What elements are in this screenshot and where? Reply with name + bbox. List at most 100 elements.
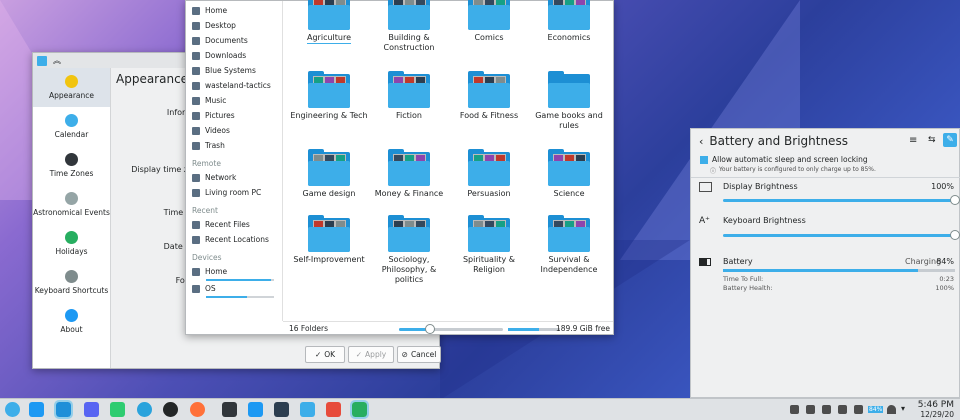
apply-button[interactable]: ✓ Apply [348,346,394,363]
folder-label: Game design [302,189,356,198]
folder-comics[interactable]: Comics [449,0,529,43]
folder-persuasion[interactable]: Persuasion [449,149,529,199]
sidebar-item-holidays[interactable]: Holidays [33,224,110,263]
place-downloads[interactable]: Downloads [186,48,282,63]
volume-icon[interactable] [854,405,863,414]
folder-survival-independence[interactable]: Survival & Independence [529,215,609,275]
place-music[interactable]: Music [186,93,282,108]
recent-files-icon [192,220,200,229]
folder-money-finance[interactable]: Money & Finance [369,149,449,199]
folder-science[interactable]: Science [529,149,609,199]
kate-icon[interactable] [248,402,263,417]
battery-brightness-popup: ‹ Battery and Brightness ≡ ⇆ ✎ Allow aut… [690,128,960,398]
place-wasteland-tactics[interactable]: wasteland-tactics [186,78,282,93]
clipboard-icon[interactable] [806,405,815,414]
calendar-settings-task-icon[interactable] [350,400,369,419]
folder-spirituality-religion[interactable]: Spirituality & Religion [449,215,529,275]
battery-label: Battery [723,257,753,266]
notifications-icon[interactable] [838,405,847,414]
sidebar-item-keyboard-shortcuts[interactable]: Keyboard Shortcuts [33,263,110,302]
place-blue-systems[interactable]: Blue Systems [186,63,282,78]
firefox-icon[interactable] [190,402,205,417]
zoom-slider[interactable] [399,324,503,334]
folder-label: Sociology, Philosophy, & politics [381,255,437,284]
battery-badge[interactable]: 84% [868,406,884,413]
folder-building-construction[interactable]: Building & Construction [369,0,449,53]
console-icon[interactable] [274,402,289,417]
discord-icon[interactable] [84,402,99,417]
place-pictures[interactable]: Pictures [186,108,282,123]
cancel-button[interactable]: ⊘ Cancel [397,346,441,363]
battery-tray-icon[interactable] [790,405,799,414]
auto-sleep-checkbox[interactable] [700,155,708,164]
menu-icon[interactable]: ≡ [909,135,917,146]
place-home[interactable]: Home [186,3,282,18]
display-brightness-handle[interactable] [950,195,960,205]
sidebar-item-label: Time Zones [49,169,94,178]
app-launcher-icon[interactable] [5,402,20,417]
folder-fiction[interactable]: Fiction [369,71,449,121]
place-label: Network [205,173,237,182]
github-icon[interactable] [163,402,178,417]
apply-button-label: Apply [365,350,387,359]
folder-agriculture[interactable]: Agriculture [289,0,369,44]
folder-self-improvement[interactable]: Self-Improvement [289,215,369,265]
updates-icon[interactable] [822,405,831,414]
ok-button[interactable]: ✓ OK [305,346,345,363]
place-label: Living room PC [205,188,262,197]
folder-sociology-philosophy-politics[interactable]: Sociology, Philosophy, & politics [369,215,449,285]
terminal-icon[interactable] [222,402,237,417]
zoom-slider-handle[interactable] [425,324,436,334]
place-recent-files[interactable]: Recent Files [186,217,282,232]
krita-icon[interactable] [326,402,341,417]
system-settings-icon[interactable] [29,402,44,417]
pin-icon[interactable]: ✎ [943,133,957,147]
back-chevron-icon[interactable]: ‹ [699,135,703,148]
place-living-room-pc[interactable]: Living room PC [186,185,282,200]
folder-food-fitness[interactable]: Food & Fitness [449,71,529,121]
clock-date[interactable]: 12/29/20 [920,410,954,419]
place-trash[interactable]: Trash [186,138,282,153]
sidebar-item-calendar[interactable]: Calendar [33,107,110,146]
place-label: Music [205,96,227,105]
sidebar-item-appearance[interactable]: Appearance [33,68,110,107]
dolphin-task-icon[interactable] [54,400,73,419]
folder-icon [388,149,430,186]
clock-time[interactable]: 5:46 PM [918,400,954,410]
kdevelop-icon[interactable] [300,402,315,417]
telegram-icon[interactable] [137,402,152,417]
place-documents[interactable]: Documents [186,33,282,48]
file-manager-window: Home Desktop Documents Downloads Blue System… [185,0,614,335]
place-os[interactable]: OS [186,281,282,296]
sidebar-item-time-zones[interactable]: Time Zones [33,146,110,185]
places-section-header: Devices [192,253,222,262]
display-brightness-slider[interactable] [723,199,955,202]
sidebar-item-astronomical-events[interactable]: Astronomical Events [33,185,110,224]
place-network[interactable]: Network [186,170,282,185]
calendar-icon [65,114,78,127]
place-label: Recent Files [205,220,250,229]
place-recent-locations[interactable]: Recent Locations [186,232,282,247]
folder-engineering-tech[interactable]: Engineering & Tech [289,71,369,121]
tray-expand-icon[interactable]: ▾ [901,404,905,413]
folder-icon [308,149,350,186]
sidebar-item-about[interactable]: About [33,302,110,341]
folder-game-books-and-rules[interactable]: Game books and rules [529,71,609,131]
auto-sleep-row[interactable]: Allow automatic sleep and screen locking [700,155,868,164]
device-usage-bar [206,296,274,298]
place-label: wasteland-tactics [205,81,271,90]
place-desktop[interactable]: Desktop [186,18,282,33]
configure-icon[interactable]: ⇆ [928,135,936,145]
keep-above-icon[interactable]: ︽ [53,55,61,66]
device-usage-fill [206,296,247,298]
place-videos[interactable]: Videos [186,123,282,138]
chat-icon[interactable] [110,402,125,417]
folder-game-design[interactable]: Game design [289,149,369,199]
folder-label: Money & Finance [374,189,444,198]
folder-economics[interactable]: Economics [529,0,609,43]
cancel-button-label: Cancel [410,350,437,359]
keyboard-brightness-handle[interactable] [950,230,960,240]
keyboard-brightness-slider[interactable] [723,234,955,237]
wifi-icon[interactable] [887,405,896,414]
place-home[interactable]: Home [186,264,282,279]
